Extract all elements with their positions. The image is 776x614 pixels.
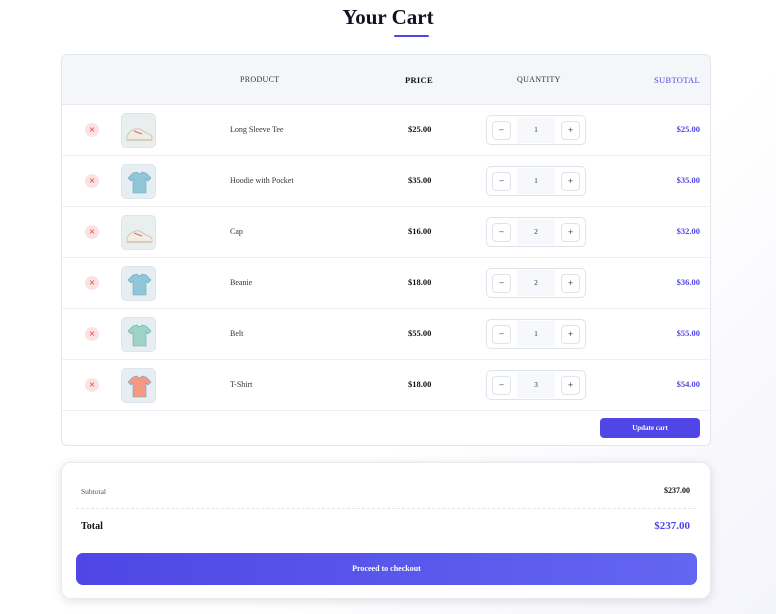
remove-item-button[interactable]: × xyxy=(85,378,99,392)
header-price: PRICE xyxy=(405,75,433,85)
total-label: Total xyxy=(81,521,103,532)
product-price: $18.00 xyxy=(408,277,432,287)
row-subtotal: $54.00 xyxy=(676,379,700,389)
row-subtotal: $36.00 xyxy=(676,277,700,287)
row-subtotal: $25.00 xyxy=(676,124,700,134)
product-price: $25.00 xyxy=(408,124,432,134)
subtotal-value: $237.00 xyxy=(664,486,690,495)
quantity-increase-button[interactable]: + xyxy=(561,223,580,242)
quantity-increase-button[interactable]: + xyxy=(561,172,580,191)
subtotal-label: Subtotal xyxy=(81,487,107,496)
product-thumbnail[interactable] xyxy=(121,164,156,199)
product-thumbnail[interactable] xyxy=(121,368,156,403)
tshirt-icon xyxy=(122,369,155,402)
update-cart-button[interactable]: Update cart xyxy=(600,418,700,438)
page-title: Your Cart xyxy=(342,5,434,29)
product-price: $55.00 xyxy=(408,328,432,338)
quantity-decrease-button[interactable]: − xyxy=(492,325,511,344)
cart-summary: Subtotal $237.00 Total $237.00 Proceed t… xyxy=(61,462,711,599)
quantity-increase-button[interactable]: + xyxy=(561,325,580,344)
product-price: $35.00 xyxy=(408,175,432,185)
quantity-input[interactable]: 2 xyxy=(517,219,555,245)
quantity-stepper: − 1 + xyxy=(486,166,586,196)
row-subtotal: $32.00 xyxy=(676,226,700,236)
table-row: × Hoodie with Pocket $35.00 − 1 + $35.00 xyxy=(62,156,710,207)
table-row: × Beanie $18.00 − 2 + $36.00 xyxy=(62,258,710,309)
quantity-decrease-button[interactable]: − xyxy=(492,376,511,395)
remove-item-button[interactable]: × xyxy=(85,276,99,290)
quantity-input[interactable]: 1 xyxy=(517,321,555,347)
checkout-button[interactable]: Proceed to checkout xyxy=(76,553,697,585)
quantity-decrease-button[interactable]: − xyxy=(492,172,511,191)
title-underline xyxy=(394,35,429,37)
quantity-input[interactable]: 1 xyxy=(517,168,555,194)
product-name[interactable]: Beanie xyxy=(230,278,252,287)
quantity-input[interactable]: 2 xyxy=(517,270,555,296)
sneaker-icon xyxy=(122,216,155,249)
product-name[interactable]: Belt xyxy=(230,329,243,338)
product-name[interactable]: Cap xyxy=(230,227,243,236)
table-row: × Cap $16.00 − 2 + $32.00 xyxy=(62,207,710,258)
cart-table: PRODUCT PRICE QUANTITY SUBTOTAL × Long S… xyxy=(61,54,711,446)
tshirt-icon xyxy=(122,318,155,351)
quantity-increase-button[interactable]: + xyxy=(561,121,580,140)
quantity-increase-button[interactable]: + xyxy=(561,376,580,395)
row-subtotal: $35.00 xyxy=(676,175,700,185)
product-price: $16.00 xyxy=(408,226,432,236)
product-name[interactable]: T-Shirt xyxy=(230,380,252,389)
sneaker-icon xyxy=(122,114,155,147)
remove-item-button[interactable]: × xyxy=(85,225,99,239)
table-row: × Long Sleeve Tee $25.00 − 1 + $25.00 xyxy=(62,105,710,156)
quantity-stepper: − 2 + xyxy=(486,217,586,247)
remove-item-button[interactable]: × xyxy=(85,174,99,188)
quantity-decrease-button[interactable]: − xyxy=(492,274,511,293)
quantity-stepper: − 2 + xyxy=(486,268,586,298)
remove-item-button[interactable]: × xyxy=(85,327,99,341)
quantity-input[interactable]: 3 xyxy=(517,372,555,398)
product-price: $18.00 xyxy=(408,379,432,389)
header-subtotal: SUBTOTAL xyxy=(654,75,700,85)
tshirt-icon xyxy=(122,165,155,198)
quantity-stepper: − 1 + xyxy=(486,319,586,349)
table-header: PRODUCT PRICE QUANTITY SUBTOTAL xyxy=(62,55,710,105)
table-body: × Long Sleeve Tee $25.00 − 1 + $25.00 × … xyxy=(62,105,710,411)
product-name[interactable]: Long Sleeve Tee xyxy=(230,125,284,134)
quantity-stepper: − 1 + xyxy=(486,115,586,145)
product-thumbnail[interactable] xyxy=(121,317,156,352)
quantity-stepper: − 3 + xyxy=(486,370,586,400)
tshirt-icon xyxy=(122,267,155,300)
product-name[interactable]: Hoodie with Pocket xyxy=(230,176,294,185)
quantity-input[interactable]: 1 xyxy=(517,117,555,143)
product-thumbnail[interactable] xyxy=(121,266,156,301)
summary-divider xyxy=(76,508,696,509)
quantity-decrease-button[interactable]: − xyxy=(492,223,511,242)
header-product: PRODUCT xyxy=(240,75,280,84)
product-thumbnail[interactable] xyxy=(121,215,156,250)
header-quantity: QUANTITY xyxy=(517,75,561,84)
table-row: × Belt $55.00 − 1 + $55.00 xyxy=(62,309,710,360)
quantity-decrease-button[interactable]: − xyxy=(492,121,511,140)
product-thumbnail[interactable] xyxy=(121,113,156,148)
row-subtotal: $55.00 xyxy=(676,328,700,338)
total-value: $237.00 xyxy=(654,520,690,532)
table-row: × T-Shirt $18.00 − 3 + $54.00 xyxy=(62,360,710,411)
quantity-increase-button[interactable]: + xyxy=(561,274,580,293)
remove-item-button[interactable]: × xyxy=(85,123,99,137)
